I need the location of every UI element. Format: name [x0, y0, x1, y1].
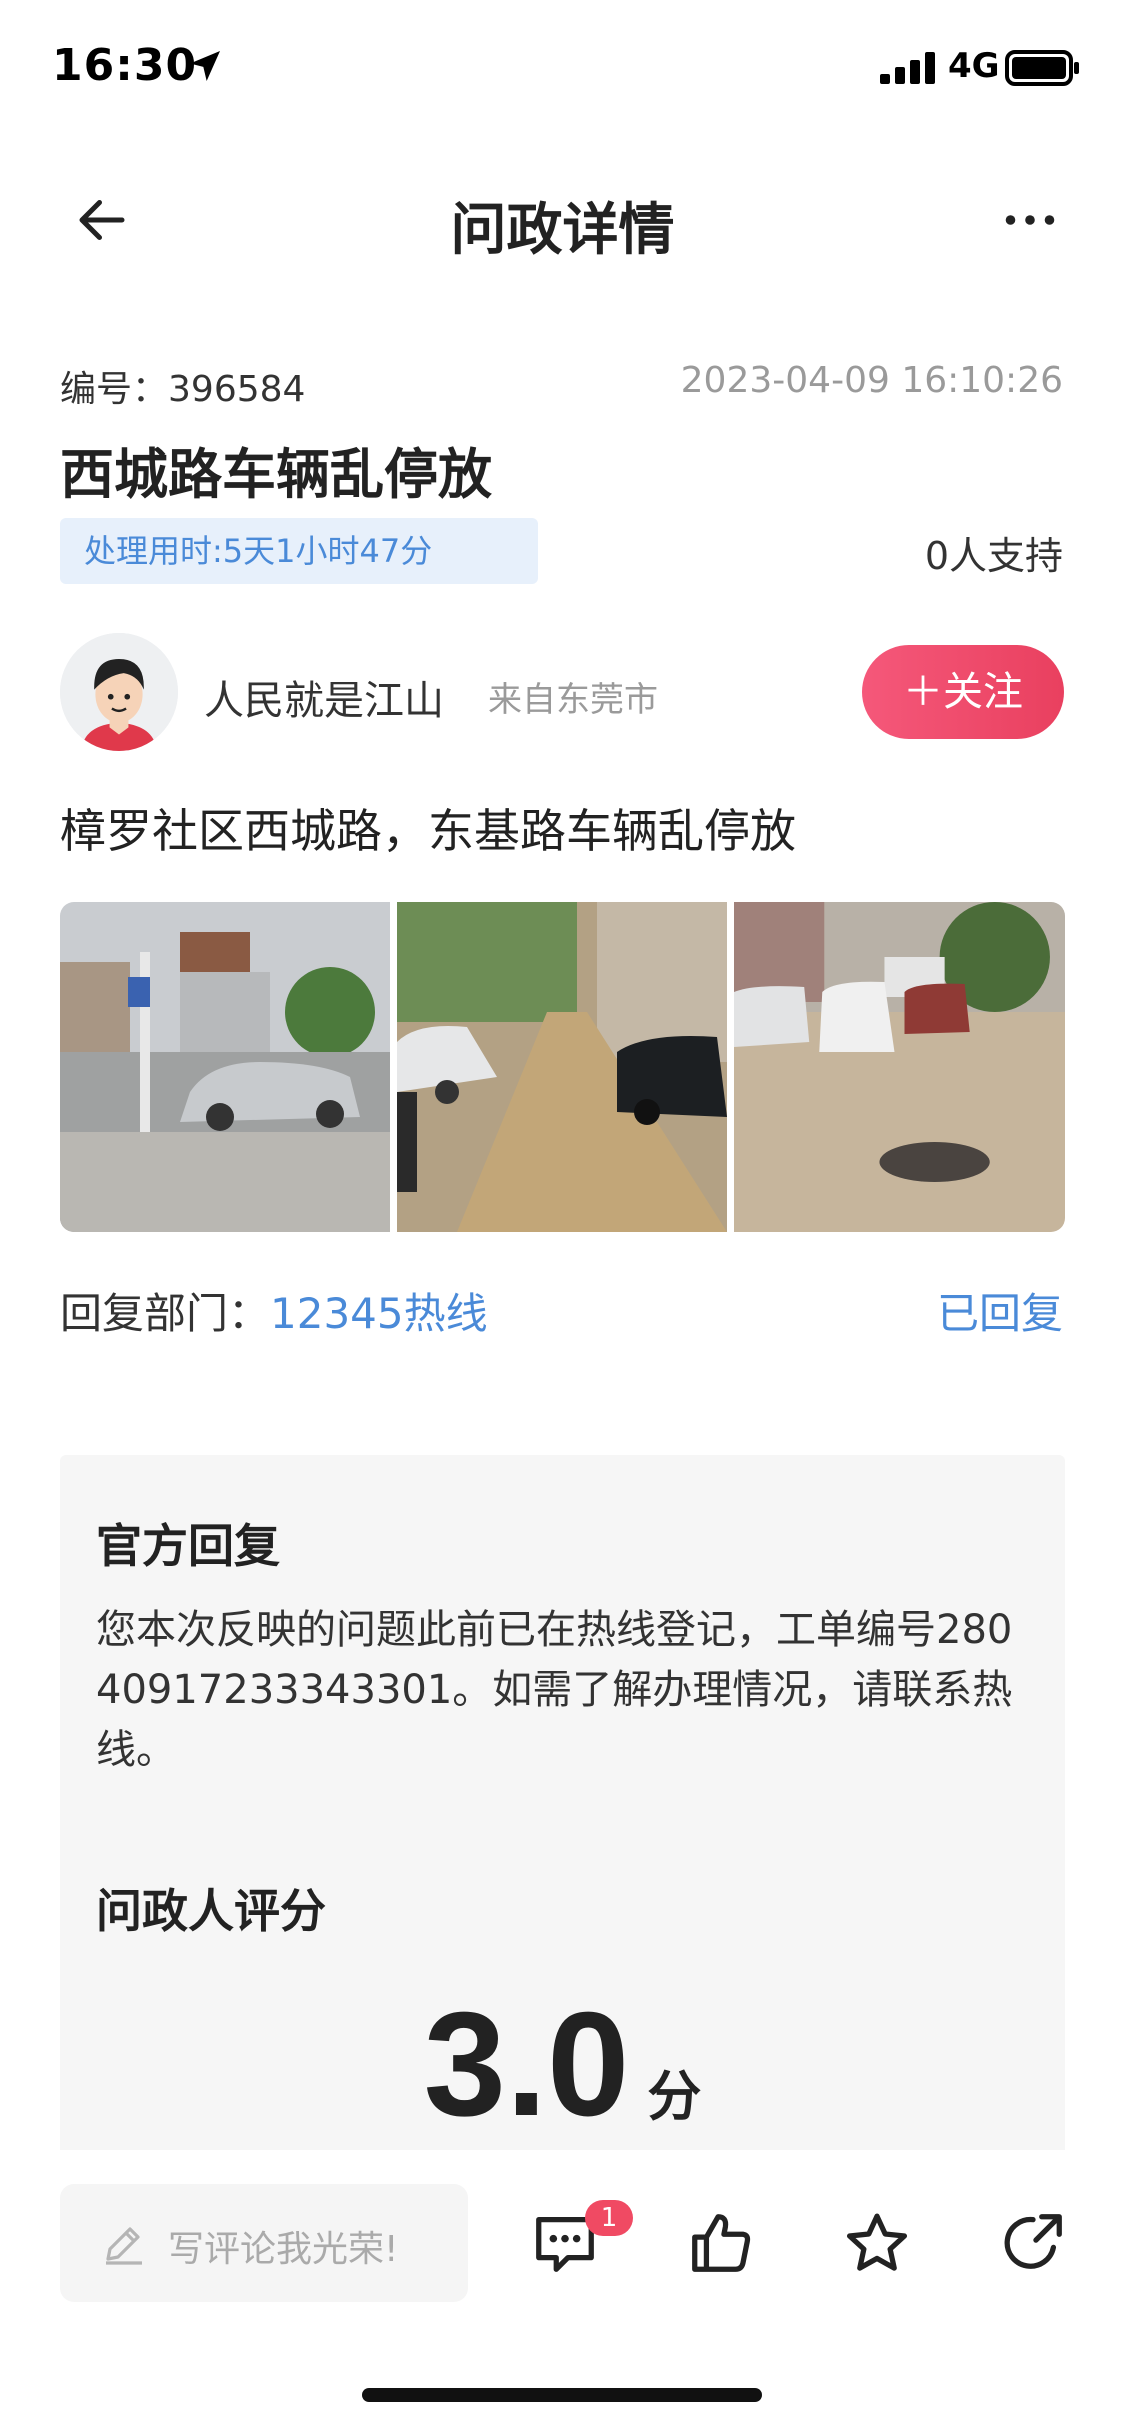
rating-score-value: 3.0 [423, 1982, 630, 2147]
location-arrow-icon [190, 51, 220, 81]
follow-button[interactable]: ＋关注 [862, 645, 1064, 739]
author-name[interactable]: 人民就是江山 [204, 668, 444, 726]
reply-status: 已回复 [936, 1289, 1063, 1338]
author-location: 来自东莞市 [488, 680, 658, 720]
photo-street-image [60, 902, 390, 1232]
reply-department-link[interactable]: 12345热线 [270, 1289, 488, 1338]
reply-department-label: 回复部门： [60, 1289, 271, 1338]
case-datetime: 2023-04-09 16:10:26 [680, 360, 1063, 401]
pen-icon [106, 2227, 142, 2265]
official-reply-card: 官方回复 您本次反映的问题此前已在热线登记，工单编号28040917233343… [60, 1455, 1065, 2155]
rating-score-unit: 分 [647, 2065, 702, 2128]
case-id: 编号：396584 [60, 360, 305, 412]
avatar-icon [60, 633, 178, 751]
case-headline: 西城路车辆乱停放 [60, 443, 492, 506]
official-reply-title: 官方回复 [96, 1519, 280, 1573]
signal-icon [880, 52, 935, 84]
page-title: 问政详情 [450, 198, 675, 263]
comment-count-badge: 1 [585, 2200, 633, 2236]
network-type: 4G [948, 46, 1000, 86]
official-reply-body: 您本次反映的问题此前已在热线登记，工单编号28040917233343301。如… [96, 1607, 1013, 1773]
star-icon[interactable] [842, 2208, 912, 2278]
processing-duration-badge: 处理用时:5天1小时47分 [60, 518, 538, 584]
comment-input[interactable]: 写评论我光荣! [60, 2184, 468, 2302]
photo-sidewalk-image [397, 902, 727, 1232]
comment-placeholder: 写评论我光荣! [168, 2229, 399, 2270]
photo-parking-lot-image [734, 902, 1065, 1232]
battery-icon [1005, 50, 1079, 86]
like-icon[interactable] [686, 2208, 756, 2278]
avatar[interactable] [60, 633, 178, 751]
rating-title: 问政人评分 [96, 1884, 326, 1938]
status-time: 16:30 [52, 40, 198, 91]
reply-department: 回复部门：12345热线 [60, 1280, 488, 1341]
case-content: 樟罗社区西城路，东基路车辆乱停放 [60, 804, 796, 858]
case-photo-1[interactable] [60, 902, 390, 1232]
home-indicator [362, 2388, 762, 2402]
support-count: 0人支持 [924, 534, 1063, 578]
case-photo-2[interactable] [397, 902, 727, 1232]
case-id-value: 396584 [168, 369, 306, 410]
more-icon[interactable] [1000, 205, 1060, 235]
share-icon[interactable] [998, 2208, 1068, 2278]
case-id-label: 编号： [60, 369, 169, 410]
rating-score: 3.0 分 [60, 1980, 1065, 2150]
case-photo-3[interactable] [734, 902, 1065, 1232]
